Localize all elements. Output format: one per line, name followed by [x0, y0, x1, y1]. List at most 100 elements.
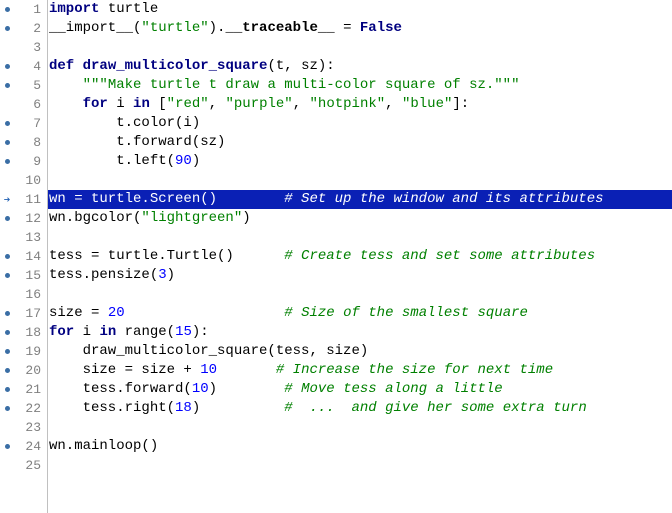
code-token: wn.mainloop() — [49, 438, 158, 454]
code-line[interactable] — [48, 285, 672, 304]
code-line[interactable]: size = 20 # Size of the smallest square — [48, 304, 672, 323]
gutter-row[interactable]: 14 — [0, 247, 47, 266]
code-line[interactable]: __import__("turtle").__traceable__ = Fal… — [48, 19, 672, 38]
breakpoint-column[interactable] — [0, 26, 14, 31]
gutter-row[interactable]: 9 — [0, 152, 47, 171]
code-token — [125, 305, 285, 321]
gutter-row[interactable]: 17 — [0, 304, 47, 323]
code-line[interactable]: wn.bgcolor("lightgreen") — [48, 209, 672, 228]
code-token: "turtle" — [141, 20, 208, 36]
gutter-row[interactable]: 23 — [0, 418, 47, 437]
code-token: # Increase the size for next time — [276, 362, 553, 378]
gutter-row[interactable]: ➔11 — [0, 190, 47, 209]
code-line[interactable] — [48, 418, 672, 437]
gutter-row[interactable]: 3 — [0, 38, 47, 57]
code-line[interactable]: for i in range(15): — [48, 323, 672, 342]
code-area[interactable]: import turtle__import__("turtle").__trac… — [48, 0, 672, 513]
breakpoint-dot-icon — [5, 216, 10, 221]
code-line[interactable]: """Make turtle t draw a multi-color squa… — [48, 76, 672, 95]
code-line[interactable]: size = size + 10 # Increase the size for… — [48, 361, 672, 380]
code-token: (t, sz): — [267, 58, 334, 74]
code-line[interactable] — [48, 456, 672, 475]
gutter-row[interactable]: 8 — [0, 133, 47, 152]
gutter-row[interactable]: 12 — [0, 209, 47, 228]
code-token: "lightgreen" — [141, 210, 242, 226]
breakpoint-column[interactable] — [0, 7, 14, 12]
gutter-row[interactable]: 21 — [0, 380, 47, 399]
code-token: range( — [116, 324, 175, 340]
breakpoint-column[interactable] — [0, 216, 14, 221]
breakpoint-column[interactable] — [0, 273, 14, 278]
code-line[interactable]: wn = turtle.Screen() # Set up the window… — [48, 190, 672, 209]
breakpoint-column[interactable] — [0, 444, 14, 449]
breakpoint-column[interactable] — [0, 406, 14, 411]
breakpoint-dot-icon — [5, 7, 10, 12]
line-number: 18 — [14, 325, 47, 340]
code-token: = — [335, 20, 360, 36]
breakpoint-column[interactable] — [0, 368, 14, 373]
gutter-row[interactable]: 16 — [0, 285, 47, 304]
code-line[interactable]: import turtle — [48, 0, 672, 19]
code-token: def — [49, 58, 74, 74]
code-line[interactable]: t.left(90) — [48, 152, 672, 171]
gutter-row[interactable]: 6 — [0, 95, 47, 114]
gutter-row[interactable]: 20 — [0, 361, 47, 380]
line-number: 11 — [14, 192, 47, 207]
gutter-row[interactable]: 2 — [0, 19, 47, 38]
breakpoint-column[interactable] — [0, 159, 14, 164]
code-line[interactable]: t.color(i) — [48, 114, 672, 133]
gutter-row[interactable]: 5 — [0, 76, 47, 95]
code-token: ) — [167, 267, 175, 283]
code-token: 90 — [175, 153, 192, 169]
gutter-row[interactable]: 15 — [0, 266, 47, 285]
breakpoint-column[interactable] — [0, 64, 14, 69]
breakpoint-dot-icon — [5, 273, 10, 278]
gutter-row[interactable]: 18 — [0, 323, 47, 342]
code-token: import — [49, 1, 99, 17]
code-token: ): — [192, 324, 209, 340]
code-line[interactable]: t.forward(sz) — [48, 133, 672, 152]
breakpoint-column[interactable] — [0, 387, 14, 392]
gutter-row[interactable]: 24 — [0, 437, 47, 456]
code-token: # ... and give her some extra turn — [284, 400, 586, 416]
breakpoint-dot-icon — [5, 406, 10, 411]
breakpoint-column[interactable] — [0, 140, 14, 145]
gutter-row[interactable]: 22 — [0, 399, 47, 418]
code-token: ). — [209, 20, 226, 36]
breakpoint-column[interactable] — [0, 254, 14, 259]
gutter-row[interactable]: 4 — [0, 57, 47, 76]
code-line[interactable] — [48, 38, 672, 57]
line-number: 17 — [14, 306, 47, 321]
code-token: wn = turtle.Screen() — [49, 191, 284, 207]
line-number: 20 — [14, 363, 47, 378]
gutter-row[interactable]: 1 — [0, 0, 47, 19]
gutter-row[interactable]: 7 — [0, 114, 47, 133]
code-token: 10 — [200, 362, 217, 378]
code-line[interactable]: def draw_multicolor_square(t, sz): — [48, 57, 672, 76]
code-line[interactable] — [48, 171, 672, 190]
line-number: 9 — [14, 154, 47, 169]
code-line[interactable] — [48, 228, 672, 247]
gutter-row[interactable]: 13 — [0, 228, 47, 247]
gutter-row[interactable]: 25 — [0, 456, 47, 475]
code-line[interactable]: draw_multicolor_square(tess, size) — [48, 342, 672, 361]
code-line[interactable]: tess.pensize(3) — [48, 266, 672, 285]
breakpoint-column[interactable] — [0, 349, 14, 354]
breakpoint-column[interactable]: ➔ — [0, 193, 14, 207]
breakpoint-column[interactable] — [0, 330, 14, 335]
breakpoint-dot-icon — [5, 26, 10, 31]
code-token: [ — [150, 96, 167, 112]
gutter-row[interactable]: 10 — [0, 171, 47, 190]
line-number: 2 — [14, 21, 47, 36]
code-line[interactable]: tess = turtle.Turtle() # Create tess and… — [48, 247, 672, 266]
gutter-row[interactable]: 19 — [0, 342, 47, 361]
breakpoint-column[interactable] — [0, 311, 14, 316]
code-token: size = size + — [49, 362, 200, 378]
breakpoint-column[interactable] — [0, 121, 14, 126]
code-line[interactable]: for i in ["red", "purple", "hotpink", "b… — [48, 95, 672, 114]
code-line[interactable]: tess.forward(10) # Move tess along a lit… — [48, 380, 672, 399]
code-token — [49, 77, 83, 93]
breakpoint-column[interactable] — [0, 83, 14, 88]
code-line[interactable]: wn.mainloop() — [48, 437, 672, 456]
code-line[interactable]: tess.right(18) # ... and give her some e… — [48, 399, 672, 418]
